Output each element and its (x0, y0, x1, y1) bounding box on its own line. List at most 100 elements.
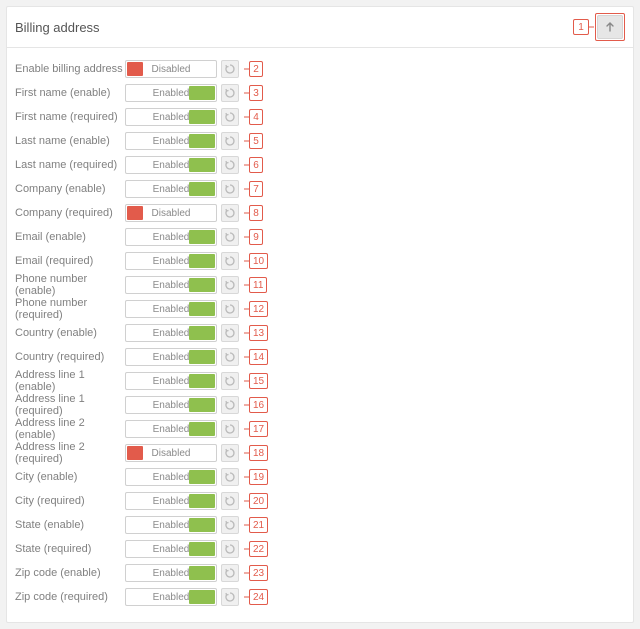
reset-button[interactable] (221, 492, 239, 510)
reset-button[interactable] (221, 60, 239, 78)
reset-button[interactable] (221, 204, 239, 222)
setting-row: State (required)Enabled22 (15, 538, 625, 560)
setting-row: Zip code (required)Enabled24 (15, 586, 625, 608)
setting-label: First name (enable) (15, 87, 125, 99)
toggle[interactable]: Enabled (125, 348, 217, 366)
callout: 2 (249, 61, 263, 77)
toggle[interactable]: Enabled (125, 420, 217, 438)
toggle[interactable]: Enabled (125, 468, 217, 486)
toggle[interactable]: Enabled (125, 540, 217, 558)
toggle-text: Disabled (126, 448, 216, 459)
toggle[interactable]: Enabled (125, 156, 217, 174)
callout: 23 (249, 565, 268, 581)
toggle-text: Enabled (126, 520, 216, 531)
toggle[interactable]: Enabled (125, 300, 217, 318)
reset-button[interactable] (221, 540, 239, 558)
setting-label: Company (required) (15, 207, 125, 219)
toggle[interactable]: Enabled (125, 588, 217, 606)
reset-button[interactable] (221, 228, 239, 246)
reset-button[interactable] (221, 420, 239, 438)
reset-icon (224, 279, 236, 291)
reset-button[interactable] (221, 156, 239, 174)
toggle[interactable]: Disabled (125, 60, 217, 78)
toggle-text: Enabled (126, 544, 216, 555)
toggle[interactable]: Disabled (125, 444, 217, 462)
toggle-text: Enabled (126, 184, 216, 195)
reset-button[interactable] (221, 84, 239, 102)
toggle-text: Enabled (126, 592, 216, 603)
callout: 21 (249, 517, 268, 533)
reset-button[interactable] (221, 108, 239, 126)
setting-label: Zip code (enable) (15, 567, 125, 579)
setting-label: Country (enable) (15, 327, 125, 339)
setting-row: Address line 1 (required)Enabled16 (15, 394, 625, 416)
reset-button[interactable] (221, 588, 239, 606)
setting-row: Address line 2 (required)Disabled18 (15, 442, 625, 464)
reset-icon (224, 495, 236, 507)
reset-button[interactable] (221, 516, 239, 534)
reset-button[interactable] (221, 396, 239, 414)
reset-icon (224, 63, 236, 75)
reset-button[interactable] (221, 444, 239, 462)
toggle[interactable]: Disabled (125, 204, 217, 222)
setting-row: City (enable)Enabled19 (15, 466, 625, 488)
toggle-text: Enabled (126, 424, 216, 435)
toggle-text: Enabled (126, 472, 216, 483)
reset-icon (224, 399, 236, 411)
callout: 11 (249, 277, 267, 293)
reset-button[interactable] (221, 180, 239, 198)
toggle[interactable]: Enabled (125, 324, 217, 342)
setting-label: State (enable) (15, 519, 125, 531)
collapse-outline (595, 13, 625, 41)
toggle-text: Enabled (126, 496, 216, 507)
toggle[interactable]: Enabled (125, 132, 217, 150)
reset-icon (224, 471, 236, 483)
reset-button[interactable] (221, 276, 239, 294)
toggle[interactable]: Enabled (125, 396, 217, 414)
setting-row: First name (enable)Enabled3 (15, 82, 625, 104)
toggle-text: Enabled (126, 376, 216, 387)
toggle[interactable]: Enabled (125, 180, 217, 198)
reset-icon (224, 567, 236, 579)
toggle[interactable]: Enabled (125, 108, 217, 126)
callout: 17 (249, 421, 268, 437)
arrow-up-icon (605, 22, 615, 32)
toggle-text: Enabled (126, 400, 216, 411)
toggle[interactable]: Enabled (125, 516, 217, 534)
toggle[interactable]: Enabled (125, 492, 217, 510)
toggle-text: Enabled (126, 256, 216, 267)
toggle[interactable]: Enabled (125, 372, 217, 390)
toggle[interactable]: Enabled (125, 252, 217, 270)
reset-button[interactable] (221, 324, 239, 342)
callout: 9 (249, 229, 263, 245)
setting-row: Phone number (enable)Enabled11 (15, 274, 625, 296)
setting-label: Last name (enable) (15, 135, 125, 147)
toggle[interactable]: Enabled (125, 84, 217, 102)
reset-button[interactable] (221, 348, 239, 366)
collapse-button[interactable] (597, 15, 623, 39)
setting-row: Last name (required)Enabled6 (15, 154, 625, 176)
reset-button[interactable] (221, 564, 239, 582)
callout: 22 (249, 541, 268, 557)
setting-row: Company (enable)Enabled7 (15, 178, 625, 200)
reset-icon (224, 135, 236, 147)
callout-1: 1 (573, 19, 589, 35)
toggle-text: Disabled (126, 64, 216, 75)
setting-row: State (enable)Enabled 21 (15, 514, 625, 536)
toggle[interactable]: Enabled (125, 564, 217, 582)
setting-row: Country (required)Enabled14 (15, 346, 625, 368)
toggle-text: Enabled (126, 88, 216, 99)
reset-button[interactable] (221, 468, 239, 486)
toggle[interactable]: Enabled (125, 276, 217, 294)
reset-button[interactable] (221, 132, 239, 150)
reset-button[interactable] (221, 252, 239, 270)
reset-button[interactable] (221, 300, 239, 318)
reset-icon (224, 447, 236, 459)
setting-label: Zip code (required) (15, 591, 125, 603)
toggle[interactable]: Enabled (125, 228, 217, 246)
reset-button[interactable] (221, 372, 239, 390)
setting-row: Address line 1 (enable)Enabled15 (15, 370, 625, 392)
toggle-text: Enabled (126, 232, 216, 243)
setting-row: Country (enable)Enabled13 (15, 322, 625, 344)
setting-label: Phone number (required) (15, 297, 125, 321)
